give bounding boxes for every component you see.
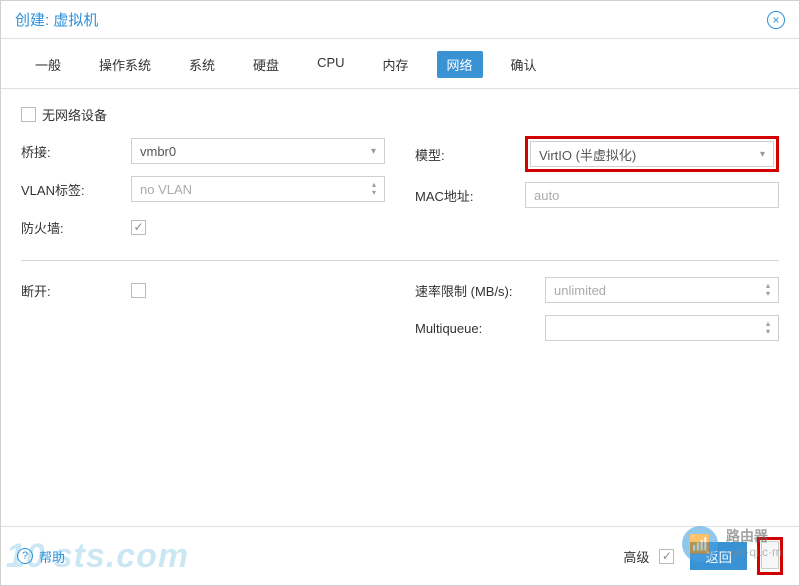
spinner-icon: ▴▾ (766, 282, 770, 298)
dialog-title: 创建: 虚拟机 (15, 9, 98, 30)
chevron-down-icon: ▾ (371, 146, 376, 157)
rate-value: unlimited (554, 283, 606, 298)
mac-input[interactable]: auto (525, 182, 779, 208)
rate-input[interactable]: unlimited ▴▾ (545, 277, 779, 303)
tab-disk[interactable]: 硬盘 (243, 51, 289, 78)
help-button[interactable]: ? 帮助 (17, 547, 65, 566)
divider (21, 260, 779, 261)
vlan-input[interactable]: no VLAN ▴▾ (131, 176, 385, 202)
multiqueue-label: Multiqueue: (415, 321, 545, 336)
vlan-value: no VLAN (140, 182, 192, 197)
next-button-highlight (757, 537, 783, 575)
disconnect-checkbox[interactable] (131, 283, 146, 298)
no-network-row: 无网络设备 (21, 105, 779, 124)
vlan-label: VLAN标签: (21, 180, 131, 199)
create-vm-dialog: 创建: 虚拟机 × 一般 操作系统 系统 硬盘 CPU 内存 网络 确认 无网络… (0, 0, 800, 586)
multiqueue-input[interactable]: ▴▾ (545, 315, 779, 341)
spinner-icon: ▴▾ (372, 181, 376, 197)
tab-system[interactable]: 系统 (179, 51, 225, 78)
help-icon: ? (17, 548, 33, 564)
chevron-down-icon: ▾ (760, 149, 765, 160)
rate-label: 速率限制 (MB/s): (415, 281, 545, 300)
mac-value: auto (534, 188, 559, 203)
right-column: 模型: VirtIO (半虚拟化) ▾ MAC地址: auto (415, 136, 779, 250)
bridge-value: vmbr0 (140, 144, 176, 159)
form-body: 无网络设备 桥接: vmbr0 ▾ VLAN标签: no VLAN ▴▾ (1, 89, 799, 526)
tab-memory[interactable]: 内存 (373, 51, 419, 78)
tab-general[interactable]: 一般 (25, 51, 71, 78)
next-button[interactable] (761, 541, 779, 569)
advanced-checkbox[interactable] (659, 549, 674, 564)
footer: ? 帮助 高级 返回 (1, 526, 799, 585)
no-network-checkbox[interactable] (21, 107, 36, 122)
firewall-checkbox[interactable] (131, 220, 146, 235)
tabs: 一般 操作系统 系统 硬盘 CPU 内存 网络 确认 (1, 39, 799, 89)
title-bar: 创建: 虚拟机 × (1, 1, 799, 39)
model-value: VirtIO (半虚拟化) (539, 145, 636, 164)
advanced-label: 高级 (623, 547, 649, 566)
model-label: 模型: (415, 145, 525, 164)
close-icon[interactable]: × (767, 11, 785, 29)
model-select[interactable]: VirtIO (半虚拟化) ▾ (530, 141, 774, 167)
mac-label: MAC地址: (415, 186, 525, 205)
firewall-label: 防火墙: (21, 218, 131, 237)
disconnect-label: 断开: (21, 281, 131, 300)
bridge-label: 桥接: (21, 142, 131, 161)
tab-cpu[interactable]: CPU (307, 51, 354, 78)
help-label: 帮助 (39, 547, 65, 566)
tab-network[interactable]: 网络 (437, 51, 483, 78)
bridge-select[interactable]: vmbr0 ▾ (131, 138, 385, 164)
spinner-icon: ▴▾ (766, 320, 770, 336)
left-column: 桥接: vmbr0 ▾ VLAN标签: no VLAN ▴▾ 防火墙: (21, 136, 385, 250)
no-network-label: 无网络设备 (42, 105, 107, 124)
back-button[interactable]: 返回 (690, 542, 747, 570)
tab-confirm[interactable]: 确认 (501, 51, 547, 78)
tab-os[interactable]: 操作系统 (89, 51, 161, 78)
